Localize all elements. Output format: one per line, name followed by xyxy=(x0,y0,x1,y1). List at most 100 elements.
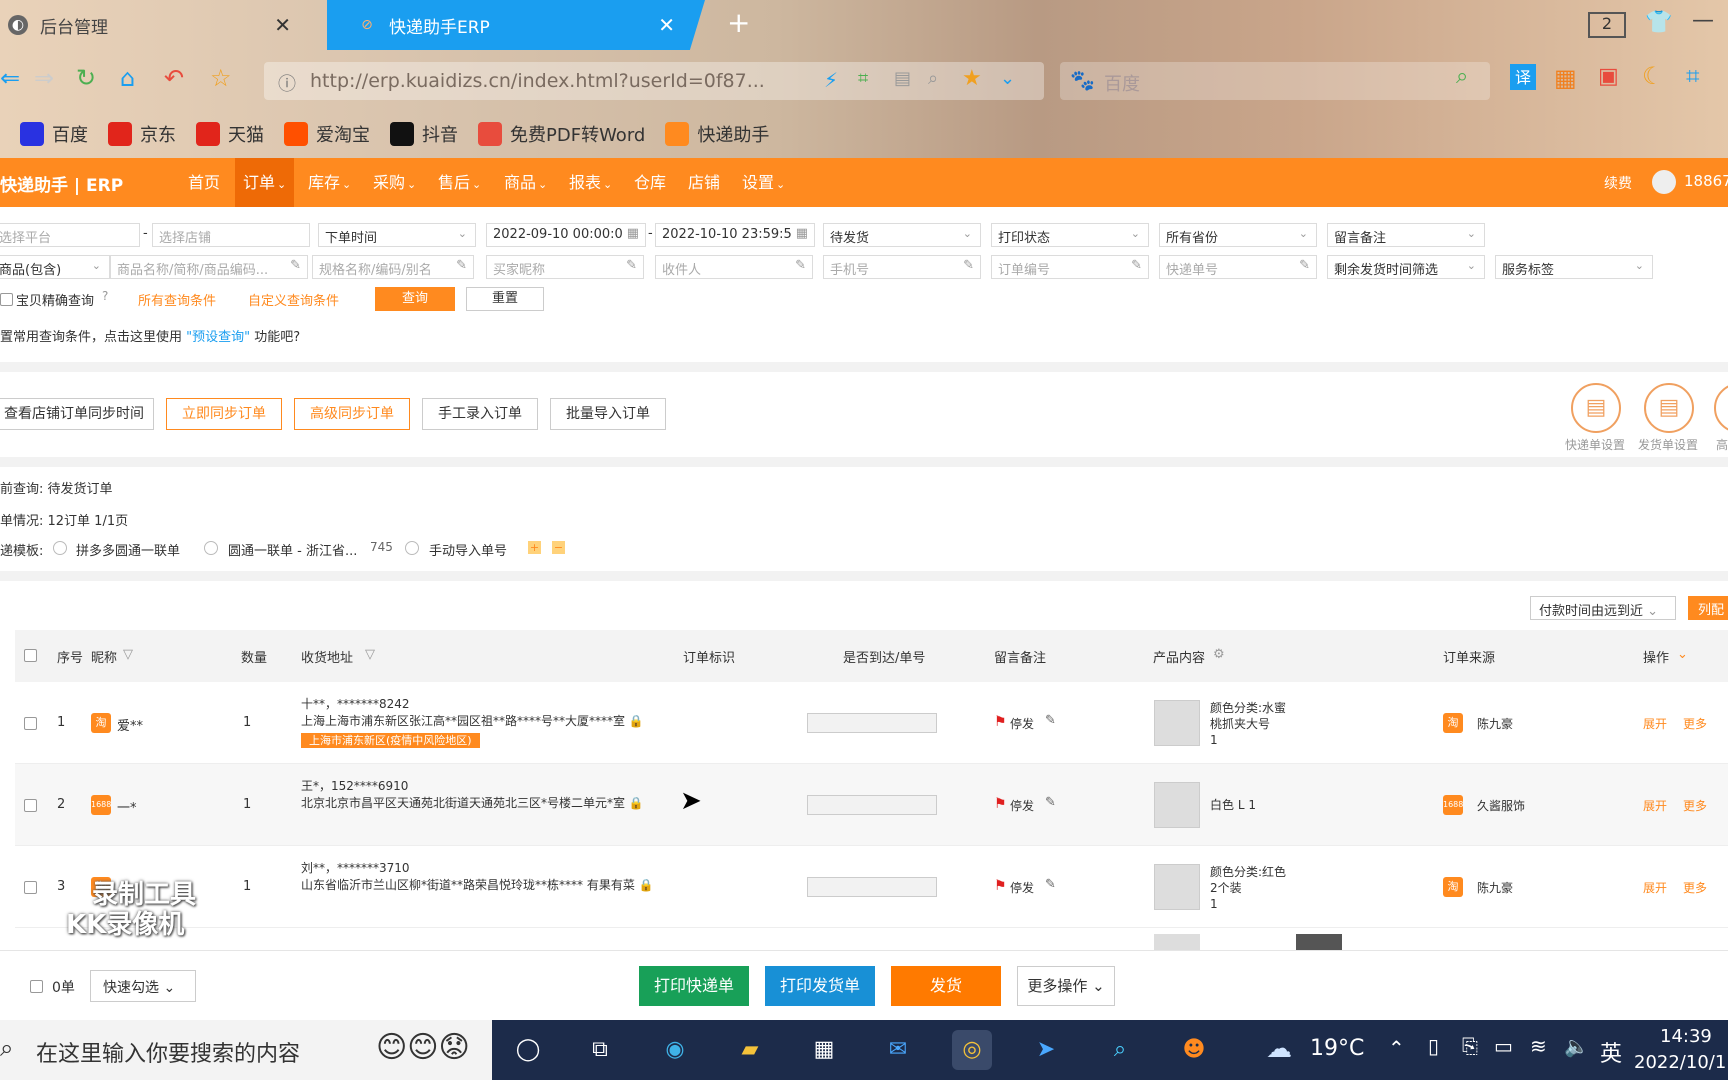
gear-icon[interactable]: ⚙ xyxy=(1213,647,1225,662)
remark-select[interactable]: 留言备注 ⌄ xyxy=(1327,223,1485,247)
product-thumbnail[interactable] xyxy=(1154,782,1200,828)
taskbar-search-placeholder[interactable]: 在这里输入你要搜索的内容 xyxy=(36,1036,300,1068)
table-row[interactable]: 2 1688 一* 1 王*，152****6910 北京北京市昌平区天通苑北街道天通苑北… xyxy=(15,764,1728,846)
ship-settings-label[interactable]: 发货单设置 xyxy=(1638,436,1698,453)
remaining-time-select[interactable]: 剩余发货时间筛选 ⌄ xyxy=(1327,255,1485,279)
goods-name-input[interactable]: 商品名称/简称/商品编码... ✎ xyxy=(110,255,308,279)
clock-date[interactable]: 2022/10/1 xyxy=(1634,1052,1726,1073)
menu-item-4[interactable]: 售后 ⌄ xyxy=(430,158,489,207)
ime-indicator[interactable]: 英 xyxy=(1600,1036,1622,1068)
ship-button[interactable]: 发货 xyxy=(891,966,1001,1006)
edit-icon[interactable]: ✎ xyxy=(1045,713,1056,728)
add-template-icon[interactable]: + xyxy=(528,541,541,554)
search-box[interactable]: 🐾 百度 xyxy=(1060,62,1490,100)
weather-temp[interactable]: 19°C xyxy=(1310,1036,1364,1061)
product-thumbnail[interactable] xyxy=(1154,700,1200,746)
task-view-icon[interactable]: ⧉ xyxy=(580,1030,620,1070)
expand-link[interactable]: 展开 xyxy=(1643,715,1667,732)
more-settings-label[interactable]: 高 xyxy=(1716,436,1728,453)
more-link[interactable]: 更多 xyxy=(1683,715,1707,732)
more-link[interactable]: 更多 xyxy=(1683,879,1707,896)
column-config-button[interactable]: 列配 xyxy=(1688,596,1728,620)
preset-query-link[interactable]: "预设查询" xyxy=(186,330,250,345)
remove-template-icon[interactable]: − xyxy=(552,541,565,554)
weather-icon[interactable]: ☁ xyxy=(1266,1034,1292,1064)
receiver-input[interactable]: 收件人 ✎ xyxy=(655,255,813,279)
row-checkbox[interactable] xyxy=(24,717,37,730)
goods-include-select[interactable]: 商品(包含) ⌄ xyxy=(0,255,110,279)
home-icon[interactable]: ⌂ xyxy=(120,64,135,92)
end-date-input[interactable]: 2022-10-10 23:59:5 ▦ xyxy=(655,223,815,247)
filter-icon[interactable]: ▽ xyxy=(123,647,133,662)
buyer-input[interactable]: 买家昵称 ✎ xyxy=(486,255,644,279)
scan-icon[interactable]: ⌗ xyxy=(858,68,868,89)
avatar[interactable] xyxy=(1652,170,1676,194)
filter-icon[interactable]: ▽ xyxy=(365,647,375,662)
ship-settings-icon[interactable]: ▤ xyxy=(1644,383,1694,433)
menu-item-9[interactable]: 设置 ⌄ xyxy=(734,158,793,207)
favorite-icon[interactable]: ★ xyxy=(962,66,982,91)
sync-now-button[interactable]: 立即同步订单 xyxy=(166,398,282,430)
address-bar[interactable]: ⓘ http://erp.kuaidizs.cn/index.html?user… xyxy=(264,62,1044,100)
menu-item-1[interactable]: 订单 ⌄ xyxy=(235,158,295,207)
platform-select[interactable]: 选择平台 xyxy=(0,223,140,247)
wifi-icon[interactable]: ≋ xyxy=(1530,1034,1547,1058)
app-logo[interactable]: 快递助手 | ERP xyxy=(0,171,123,196)
more-link[interactable]: 更多 xyxy=(1683,797,1707,814)
menu-item-7[interactable]: 仓库 xyxy=(626,158,674,207)
time-type-select[interactable]: 下单时间 ⌄ xyxy=(318,223,476,247)
network-icon[interactable]: ⎘ xyxy=(1462,1034,1478,1058)
reset-button[interactable]: 重置 xyxy=(466,287,544,311)
search-icon[interactable]: ⌕ xyxy=(1456,64,1468,89)
window-count-badge[interactable]: 2 xyxy=(1588,12,1626,38)
renew-link[interactable]: 续费 xyxy=(1604,173,1632,193)
clock-time[interactable]: 14:39 xyxy=(1660,1026,1712,1047)
recorder-app-icon[interactable]: ☻ xyxy=(1174,1030,1214,1070)
lock-icon[interactable]: 🔒 xyxy=(629,714,644,728)
cortana-icon[interactable]: ◯ xyxy=(508,1030,548,1070)
status-select[interactable]: 待发货 ⌄ xyxy=(823,223,981,247)
print-ship-button[interactable]: 打印发货单 xyxy=(765,966,875,1006)
select-all-bottom-checkbox[interactable] xyxy=(30,980,43,993)
shirt-icon[interactable]: 👕 xyxy=(1645,10,1672,35)
batch-import-button[interactable]: 批量导入订单 xyxy=(550,398,666,430)
express-settings-icon[interactable]: ▤ xyxy=(1571,383,1621,433)
expand-link[interactable]: 展开 xyxy=(1643,797,1667,814)
phone-icon[interactable]: ▯ xyxy=(1428,1034,1439,1058)
folder-icon[interactable]: ▰ xyxy=(730,1030,770,1070)
bookmark-jd[interactable]: 京东 xyxy=(108,121,176,147)
zoom-icon[interactable]: ⌕ xyxy=(928,68,938,89)
user-id[interactable]: 18867 xyxy=(1684,172,1728,190)
menu-item-0[interactable]: 首页 xyxy=(180,158,228,207)
undo-icon[interactable]: ↶ xyxy=(164,64,184,92)
template-radio[interactable] xyxy=(53,541,67,555)
sort-select[interactable]: 付款时间由远到近 ⌄ xyxy=(1530,596,1676,620)
tab-admin[interactable]: ◐ 后台管理 ✕ xyxy=(0,0,327,50)
query-button[interactable]: 查询 xyxy=(375,287,455,311)
template-radio[interactable] xyxy=(405,541,419,555)
buyer-nick[interactable]: 一* xyxy=(117,797,137,816)
bookmark-taobao[interactable]: 爱淘宝 xyxy=(284,121,370,147)
tab-erp[interactable]: ⊘ 快递助手ERP ✕ xyxy=(327,0,705,50)
template-option[interactable]: 圆通一联单 - 浙江省... xyxy=(228,540,357,559)
translate-icon[interactable]: 译 xyxy=(1510,64,1536,90)
reader-icon[interactable]: ▤ xyxy=(894,68,911,89)
mail-icon[interactable]: ✉ xyxy=(878,1030,918,1070)
menu-item-8[interactable]: 店铺 xyxy=(680,158,728,207)
select-all-checkbox[interactable] xyxy=(24,649,37,662)
all-conditions-link[interactable]: 所有查询条件 xyxy=(138,290,216,309)
feishu-icon[interactable]: ➤ xyxy=(1026,1030,1066,1070)
print-status-select[interactable]: 打印状态 ⌄ xyxy=(991,223,1149,247)
order-no-input[interactable]: 订单编号 ✎ xyxy=(991,255,1149,279)
taskbar-search[interactable]: ⌕ 在这里输入你要搜索的内容 😊😊😟 xyxy=(0,1020,492,1080)
menu-item-3[interactable]: 采购 ⌄ xyxy=(365,158,424,207)
row-checkbox[interactable] xyxy=(24,881,37,894)
phone-input[interactable]: 手机号 ✎ xyxy=(823,255,981,279)
info-icon[interactable]: ⓘ xyxy=(278,70,296,96)
more-operations-button[interactable]: 更多操作 ⌄ xyxy=(1017,966,1115,1006)
start-date-input[interactable]: 2022-09-10 00:00:0 ▦ xyxy=(486,223,646,247)
quick-select-dropdown[interactable]: 快速勾选 ⌄ xyxy=(90,970,196,1002)
print-express-button[interactable]: 打印快递单 xyxy=(639,966,749,1006)
bookmark-tmall[interactable]: 天猫 xyxy=(196,121,264,147)
more-settings-icon[interactable]: ▤ xyxy=(1714,383,1728,433)
